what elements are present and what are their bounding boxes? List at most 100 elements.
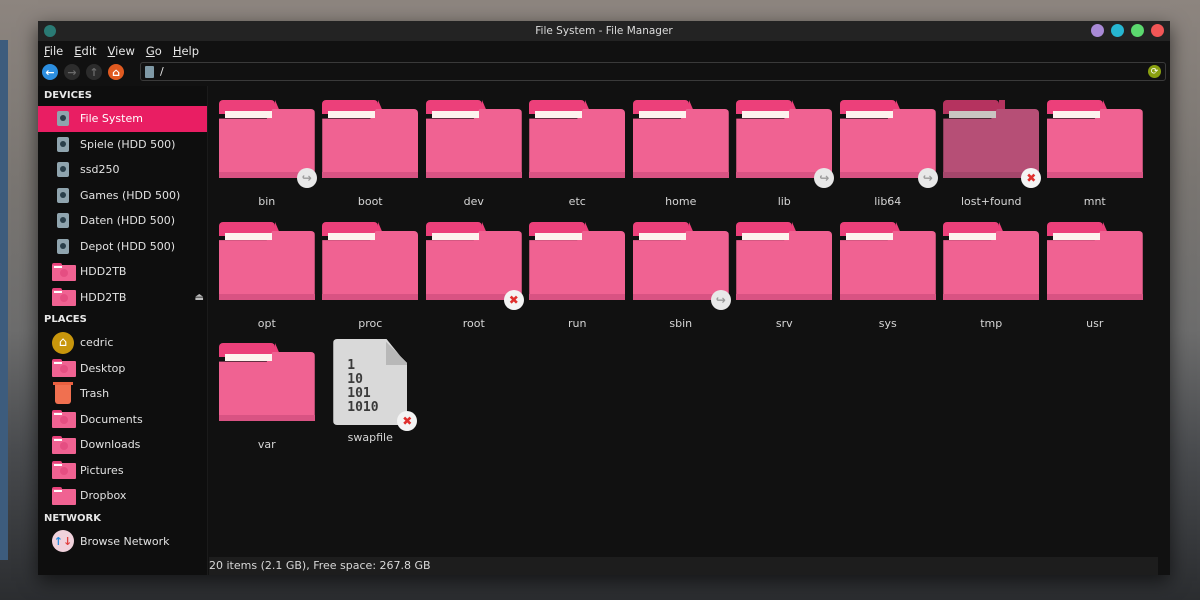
item-name: usr bbox=[1086, 316, 1104, 330]
sidebar-item-trash[interactable]: Trash bbox=[38, 381, 207, 407]
folder-item[interactable]: etc bbox=[526, 100, 630, 222]
item-name: tmp bbox=[980, 316, 1003, 330]
forward-button[interactable]: → bbox=[64, 64, 80, 80]
symlink-emblem-icon: ↪ bbox=[710, 289, 731, 310]
home-button[interactable]: ⌂ bbox=[108, 64, 124, 80]
menu-help[interactable]: Help bbox=[173, 44, 199, 58]
sidebar-item-cedric[interactable]: ⌂ cedric bbox=[38, 330, 207, 356]
folder-item[interactable]: ✖ root bbox=[422, 221, 526, 344]
folder-item[interactable]: ✖ lost+found bbox=[940, 100, 1044, 222]
sidebar-item-daten-hdd-500[interactable]: Daten (HDD 500) bbox=[38, 208, 207, 234]
sidebar-item-desktop[interactable]: Desktop bbox=[38, 356, 207, 382]
sidebar-item-label: HDD2TB bbox=[80, 290, 127, 304]
eject-icon[interactable]: ⏏ bbox=[195, 292, 204, 303]
menu-file[interactable]: File bbox=[44, 44, 63, 58]
folder-item[interactable]: usr bbox=[1043, 221, 1147, 344]
binary-glyph: 1 10 101 1010 bbox=[347, 358, 379, 415]
sidebar-item-label: Games (HDD 500) bbox=[80, 188, 181, 202]
drive-icon bbox=[57, 238, 69, 254]
sidebar-item-ssd250[interactable]: ssd250 bbox=[38, 157, 207, 183]
file-view[interactable]: ↪ bin boot dev etc home ↪ lib ↪ lib64 ✖ lost+found m… bbox=[209, 86, 1170, 557]
places-heading: PLACES bbox=[44, 314, 87, 325]
drive-icon bbox=[52, 185, 74, 205]
drive-icon bbox=[57, 111, 69, 127]
folder-icon bbox=[425, 100, 522, 180]
menu-view[interactable]: View bbox=[108, 44, 135, 58]
title-bar[interactable]: File System - File Manager bbox=[38, 21, 1170, 41]
home-icon: ⌂ bbox=[52, 331, 74, 354]
sidebar-item-documents[interactable]: Documents bbox=[38, 407, 207, 433]
folder-icon: ↪ bbox=[839, 100, 938, 188]
trash-icon bbox=[52, 381, 74, 404]
folder-icon: ✖ bbox=[943, 100, 1042, 188]
folder-icon: ↪ bbox=[218, 100, 317, 188]
folder-item[interactable]: ↪ lib bbox=[733, 100, 837, 222]
sidebar-item-hdd2tb[interactable]: HDD2TB bbox=[38, 259, 207, 285]
maximize-button[interactable] bbox=[1111, 24, 1124, 37]
sidebar-item-pictures[interactable]: Pictures bbox=[38, 458, 207, 484]
up-button[interactable]: ↑ bbox=[86, 64, 102, 80]
sidebar-item-games-hdd-500[interactable]: Games (HDD 500) bbox=[38, 183, 207, 209]
sidebar-item-file-system[interactable]: File System bbox=[38, 106, 207, 132]
folder-item[interactable]: ↪ lib64 bbox=[836, 100, 940, 222]
folder-icon bbox=[736, 221, 833, 302]
unreadable-emblem-icon: ✖ bbox=[397, 411, 418, 431]
drive-icon bbox=[52, 236, 74, 256]
desktop-panel-edge bbox=[0, 40, 8, 560]
folder-drive-icon bbox=[52, 288, 76, 307]
trash-icon bbox=[53, 381, 73, 404]
folder-icon bbox=[322, 100, 419, 180]
file-item[interactable]: 1 10 101 1010 ✖ swapfile bbox=[319, 339, 423, 465]
sidebar-item-label: Pictures bbox=[80, 463, 124, 477]
sidebar-item-label: Documents bbox=[80, 412, 143, 426]
folder-item[interactable]: home bbox=[629, 100, 733, 222]
sidebar-item-browse-network[interactable]: ↑ ↓ Browse Network bbox=[38, 529, 207, 555]
folder-item[interactable]: run bbox=[526, 221, 630, 344]
sidebar-item-label: cedric bbox=[80, 336, 114, 350]
folder-item[interactable]: opt bbox=[215, 221, 319, 344]
folder-item[interactable]: ↪ bin bbox=[215, 100, 319, 222]
location-path[interactable]: / bbox=[160, 65, 164, 78]
folder-item[interactable]: proc bbox=[319, 221, 423, 344]
item-name: run bbox=[568, 316, 587, 330]
minimize-button[interactable] bbox=[1091, 24, 1104, 37]
item-name: lost+found bbox=[960, 195, 1022, 208]
folder-icon bbox=[529, 221, 626, 302]
folder-drive-icon bbox=[52, 287, 76, 307]
network-heading: NETWORK bbox=[44, 512, 102, 524]
drive-icon bbox=[57, 162, 69, 178]
folder-item[interactable]: srv bbox=[733, 221, 837, 344]
menu-go[interactable]: Go bbox=[146, 44, 162, 58]
close-button[interactable] bbox=[1151, 24, 1164, 37]
folder-item[interactable]: sys bbox=[836, 221, 940, 344]
sidebar-item-label: File System bbox=[80, 112, 143, 126]
folder-item[interactable]: var bbox=[215, 343, 319, 465]
reload-button[interactable]: ⟳ bbox=[1148, 65, 1161, 78]
item-name: srv bbox=[775, 316, 793, 330]
sidebar-item-downloads[interactable]: Downloads bbox=[38, 432, 207, 458]
folder-item[interactable]: dev bbox=[422, 100, 526, 222]
item-name: dev bbox=[463, 195, 484, 208]
item-name: lib64 bbox=[874, 195, 902, 208]
folder-item[interactable]: tmp bbox=[940, 221, 1044, 344]
network-icon: ↑ ↓ bbox=[52, 530, 74, 553]
restore-button[interactable] bbox=[1131, 24, 1144, 37]
item-name: lib bbox=[777, 195, 791, 208]
folder-icon bbox=[322, 221, 419, 302]
file-manager-window: File System - File Manager File Edit View G… bbox=[38, 21, 1170, 575]
folder-item[interactable]: ↪ sbin bbox=[629, 221, 733, 344]
sidebar-item-dropbox[interactable]: Dropbox bbox=[38, 483, 207, 509]
folder-item[interactable]: boot bbox=[319, 100, 423, 222]
folder-item[interactable]: mnt bbox=[1043, 100, 1147, 222]
sidebar-item-depot-hdd-500[interactable]: Depot (HDD 500) bbox=[38, 234, 207, 260]
sidebar-item-label: Downloads bbox=[80, 438, 141, 452]
symlink-emblem-icon: ↪ bbox=[814, 168, 835, 188]
sidebar-item-spiele-hdd-500[interactable]: Spiele (HDD 500) bbox=[38, 132, 207, 158]
unreadable-emblem-icon: ✖ bbox=[503, 289, 524, 310]
folder-documents-icon bbox=[52, 409, 76, 429]
back-button[interactable]: ← bbox=[42, 64, 58, 80]
location-bar[interactable]: / ⟳ bbox=[140, 62, 1166, 81]
menu-edit[interactable]: Edit bbox=[74, 44, 96, 58]
status-bar: 20 items (2.1 GB), Free space: 267.8 GB bbox=[209, 557, 1158, 575]
sidebar-item-hdd2tb[interactable]: HDD2TB ⏏ bbox=[38, 285, 207, 311]
